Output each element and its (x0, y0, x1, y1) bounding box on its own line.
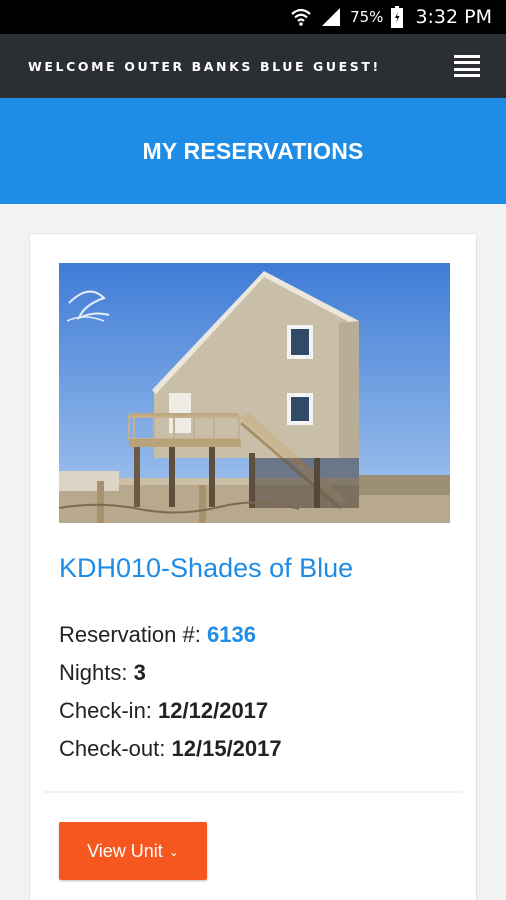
signal-icon (320, 7, 342, 27)
checkout-row: Check-out: 12/15/2017 (59, 730, 282, 768)
checkout-label: Check-out: (59, 736, 166, 761)
nights-label: Nights: (59, 660, 128, 685)
reservation-card: KDH010-Shades of Blue Reservation #: 613… (29, 233, 477, 900)
battery-percent: 75% (350, 8, 384, 26)
page-banner: MY RESERVATIONS (0, 98, 506, 204)
reservation-label: Reservation #: (59, 622, 201, 647)
view-unit-label: View Unit (87, 840, 163, 861)
chevron-down-icon: ⌄ (168, 845, 179, 859)
welcome-text: WELCOME OUTER BANKS BLUE GUEST! (28, 58, 381, 74)
wifi-icon (290, 7, 312, 27)
checkin-row: Check-in: 12/12/2017 (59, 692, 282, 730)
checkout-date: 12/15/2017 (171, 736, 282, 761)
clock: 3:32 PM (415, 6, 492, 28)
unit-photo (59, 263, 450, 523)
unit-name-link[interactable]: KDH010-Shades of Blue (59, 553, 353, 584)
top-nav-bar: WELCOME OUTER BANKS BLUE GUEST! (0, 34, 506, 98)
checkin-date: 12/12/2017 (158, 698, 269, 723)
page-title: MY RESERVATIONS (142, 137, 364, 164)
nights-row: Nights: 3 (59, 654, 282, 692)
hamburger-menu-icon[interactable] (454, 55, 480, 77)
divider (44, 791, 462, 793)
battery-icon (391, 6, 404, 28)
view-unit-button[interactable]: View Unit ⌄ (59, 822, 207, 880)
status-bar: 75% 3:32 PM (0, 0, 506, 34)
reservation-number: 6136 (206, 622, 256, 647)
reservation-details: Reservation #: 6136 Nights: 3 Check-in: … (59, 616, 282, 768)
reservation-number-row: Reservation #: 6136 (59, 616, 282, 654)
checkin-label: Check-in: (59, 698, 152, 723)
nights-value: 3 (133, 660, 146, 685)
